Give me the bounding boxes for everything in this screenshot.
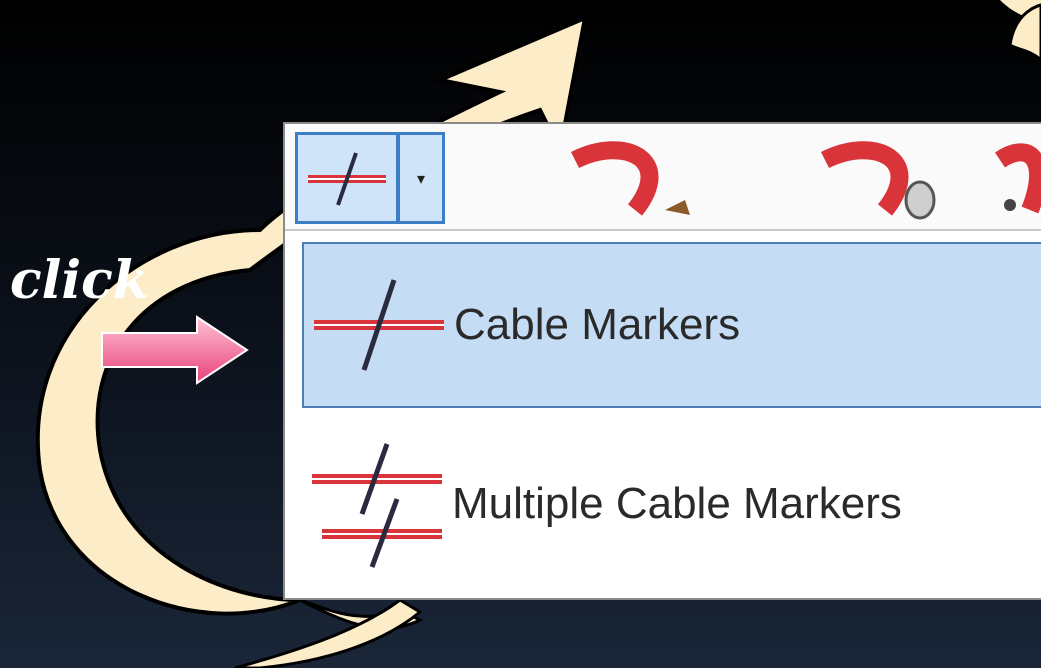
cable-marker-icon [304, 270, 454, 380]
menu-item-cable-markers[interactable]: Cable Markers [302, 242, 1041, 408]
menu-item-label: Cable Markers [454, 300, 741, 349]
cable-tool-icon[interactable] [565, 130, 705, 225]
menu-item-label: Multiple Cable Markers [452, 479, 902, 528]
click-annotation-label: click [10, 250, 149, 311]
dropdown-arrow-icon[interactable]: ▾ [400, 135, 442, 221]
multiple-cable-markers-icon [302, 439, 452, 569]
menu-item-multiple-cable-markers[interactable]: Multiple Cable Markers [302, 424, 1041, 584]
toolbar: ▾ [285, 124, 1041, 231]
cable-tool-mouse-icon[interactable] [815, 130, 955, 225]
cable-marker-main-button[interactable] [298, 135, 396, 221]
cable-tool-connect-icon[interactable] [990, 130, 1041, 225]
pointer-arrow-icon [101, 315, 249, 385]
cable-marker-icon [308, 152, 386, 206]
cable-marker-split-button[interactable]: ▾ [295, 132, 445, 224]
cable-marker-panel: ▾ Cable Markers Multiple Cable Markers [283, 122, 1041, 600]
